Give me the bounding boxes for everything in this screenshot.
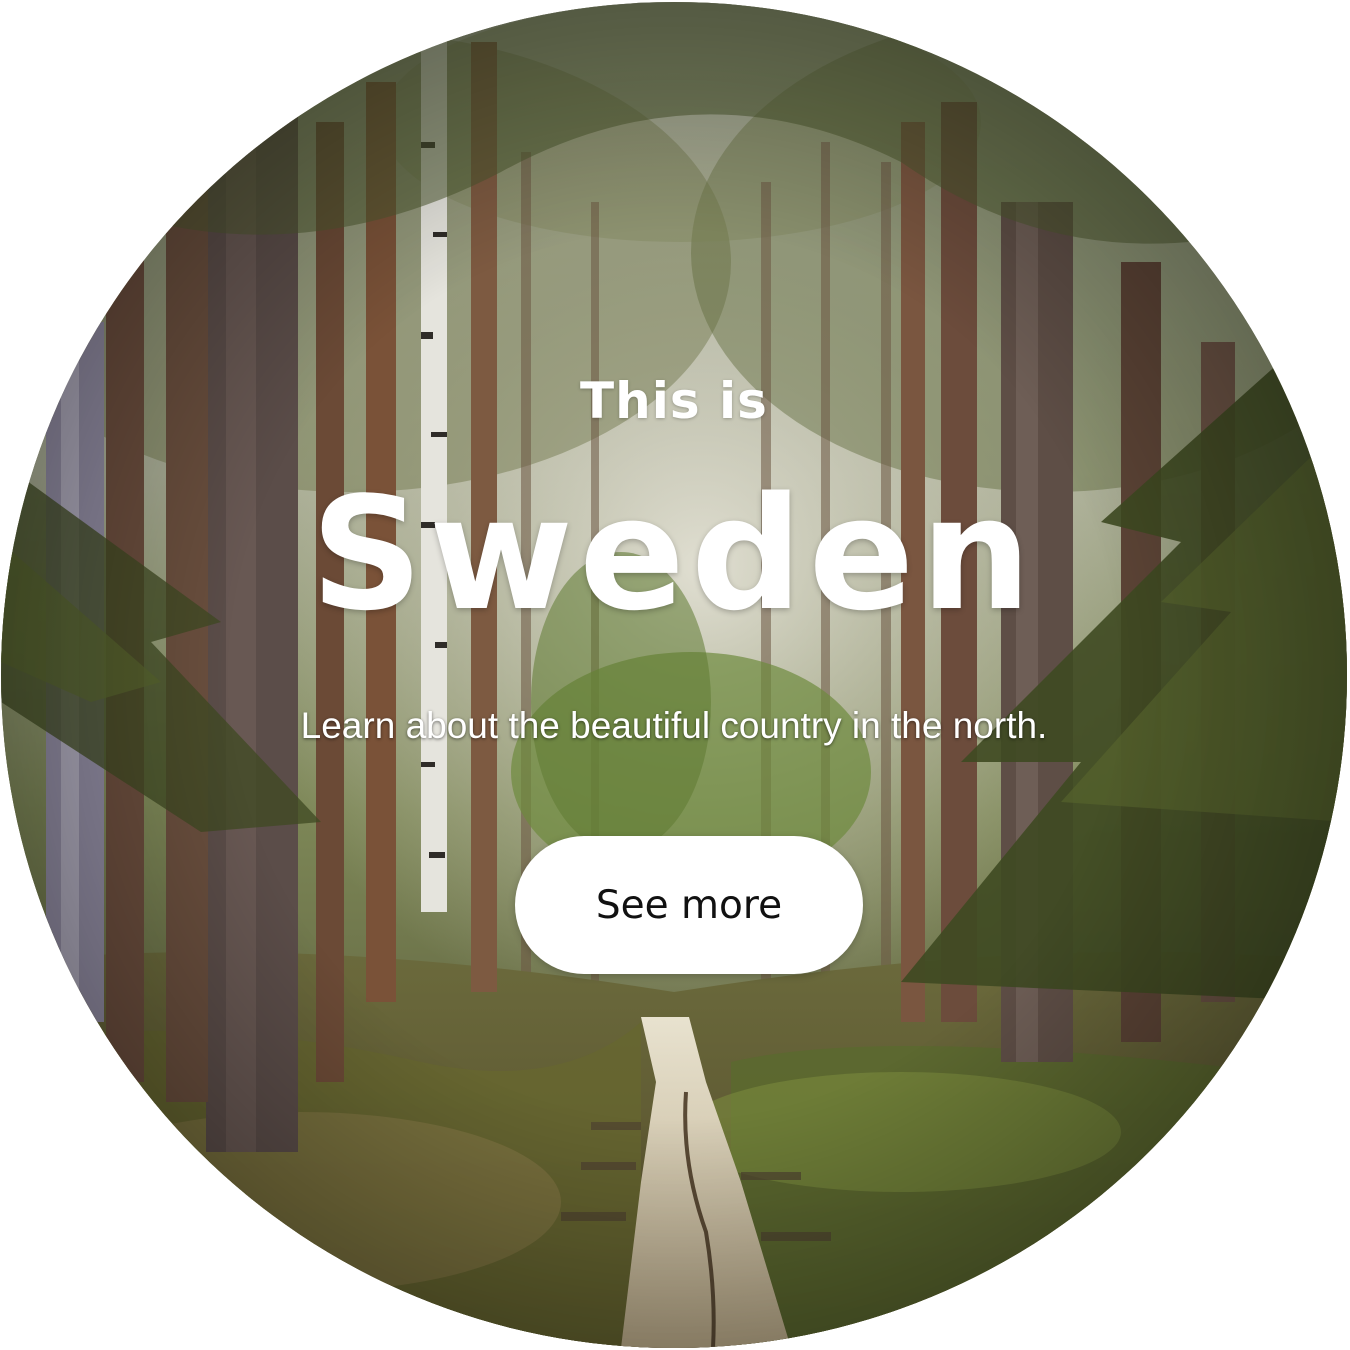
hero-eyebrow: This is [580, 372, 768, 430]
page: This is Sweden Learn about the beautiful… [0, 0, 1350, 1350]
see-more-button[interactable]: See more [515, 836, 863, 974]
hero-subtitle: Learn about the beautiful country in the… [300, 705, 1048, 746]
hero-banner: This is Sweden Learn about the beautiful… [1, 2, 1347, 1348]
hero-title: Sweden [310, 463, 1038, 645]
hero-content: This is Sweden Learn about the beautiful… [1, 2, 1347, 1348]
